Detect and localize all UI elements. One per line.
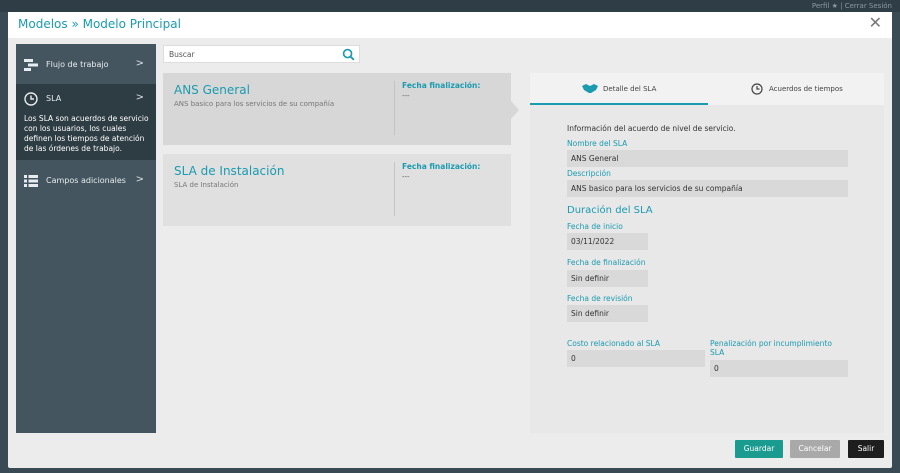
- end-date-label: Fecha de finalización: [567, 258, 646, 267]
- duration-section-title: Duración del SLA: [567, 205, 653, 216]
- card-divider: [394, 81, 395, 135]
- active-tab-indicator: [530, 103, 708, 105]
- clock-icon: [751, 83, 763, 95]
- sla-card-title: ANS General: [174, 83, 250, 97]
- description-label: Descripción: [567, 169, 611, 178]
- start-date-field[interactable]: 03/11/2022: [567, 233, 648, 250]
- modal-header: Modelos » Modelo Principal ✕: [8, 12, 892, 38]
- list-icon: [24, 175, 38, 187]
- cancel-button[interactable]: Cancelar: [790, 440, 840, 458]
- clock-icon: [24, 92, 38, 106]
- detail-tabs: Detalle del SLA Acuerdos de tiempos: [530, 73, 884, 105]
- close-icon[interactable]: ✕: [869, 15, 882, 31]
- tab-sla-detail[interactable]: Detalle del SLA: [530, 73, 708, 105]
- workflow-icon: [24, 59, 38, 71]
- search-icon[interactable]: [342, 48, 355, 61]
- cost-field[interactable]: 0: [567, 350, 705, 367]
- sidebar-item-label: SLA: [46, 94, 62, 103]
- sla-detail-panel: Detalle del SLA Acuerdos de tiempos Info…: [530, 73, 884, 433]
- tab-label: Detalle del SLA: [603, 85, 657, 93]
- sla-card-subtitle: SLA de Instalación: [174, 181, 239, 189]
- sidebar-item-sla-header[interactable]: SLA >: [16, 88, 156, 110]
- tab-label: Acuerdos de tiempos: [769, 85, 843, 93]
- sidebar-item-label: Flujo de trabajo: [46, 60, 109, 69]
- sidebar-item-sla[interactable]: SLA > Los SLA son acuerdos de servicio c…: [16, 84, 156, 160]
- user-menu-text[interactable]: Perfil ★ | Cerrar Sesión: [812, 2, 892, 10]
- sla-name-label: Nombre del SLA: [567, 139, 628, 148]
- selected-arrow: [511, 101, 519, 119]
- app-top-bar: Perfil ★ | Cerrar Sesión: [0, 0, 900, 12]
- sidebar-item-workflow[interactable]: Flujo de trabajo >: [16, 54, 156, 76]
- description-field[interactable]: ANS basico para los servicios de su comp…: [567, 180, 848, 197]
- end-date-field[interactable]: Sin definir: [567, 270, 648, 287]
- sla-card[interactable]: ANS General ANS basico para los servicio…: [163, 73, 519, 145]
- detail-info-text: Información del acuerdo de nivel de serv…: [567, 124, 736, 133]
- penalty-field[interactable]: 0: [710, 360, 848, 377]
- sla-card-subtitle: ANS basico para los servicios de su comp…: [174, 100, 335, 108]
- cost-label: Costo relacionado al SLA: [567, 339, 661, 348]
- search-input[interactable]: Buscar: [163, 45, 360, 63]
- start-date-label: Fecha de inicio: [567, 222, 623, 231]
- penalty-label: Penalización por incumplimiento SLA: [710, 339, 832, 357]
- sla-card-title: SLA de Instalación: [174, 164, 285, 178]
- sidebar-item-additional-fields[interactable]: Campos adicionales >: [16, 170, 156, 192]
- handshake-icon: [582, 84, 598, 93]
- card-divider: [394, 162, 395, 216]
- chevron-right-icon: >: [135, 58, 144, 69]
- sla-card-date-value: ---: [402, 173, 410, 181]
- chevron-right-icon: >: [135, 92, 144, 103]
- sla-modal: Modelos » Modelo Principal ✕ Flujo de tr…: [8, 12, 892, 468]
- review-date-field[interactable]: Sin definir: [567, 305, 648, 322]
- search-placeholder: Buscar: [169, 50, 195, 59]
- sla-card-date-label: Fecha finalización:: [402, 162, 481, 171]
- sidebar: Flujo de trabajo > SLA > Los SLA son acu…: [16, 44, 156, 433]
- sla-card[interactable]: SLA de Instalación SLA de Instalación Fe…: [163, 154, 511, 226]
- sla-card-date-value: ---: [402, 92, 410, 100]
- save-button[interactable]: Guardar: [735, 440, 783, 458]
- modal-title: Modelos » Modelo Principal: [18, 17, 181, 31]
- sla-name-field[interactable]: ANS General: [567, 150, 848, 167]
- tab-time-agreements[interactable]: Acuerdos de tiempos: [708, 73, 884, 105]
- chevron-right-icon: >: [135, 174, 144, 185]
- sidebar-item-label: Campos adicionales: [46, 176, 126, 185]
- sla-description: Los SLA son acuerdos de servicio con los…: [24, 114, 149, 153]
- sla-card-date-label: Fecha finalización:: [402, 81, 481, 90]
- exit-button[interactable]: Salir: [848, 440, 884, 458]
- review-date-label: Fecha de revisión: [567, 294, 633, 303]
